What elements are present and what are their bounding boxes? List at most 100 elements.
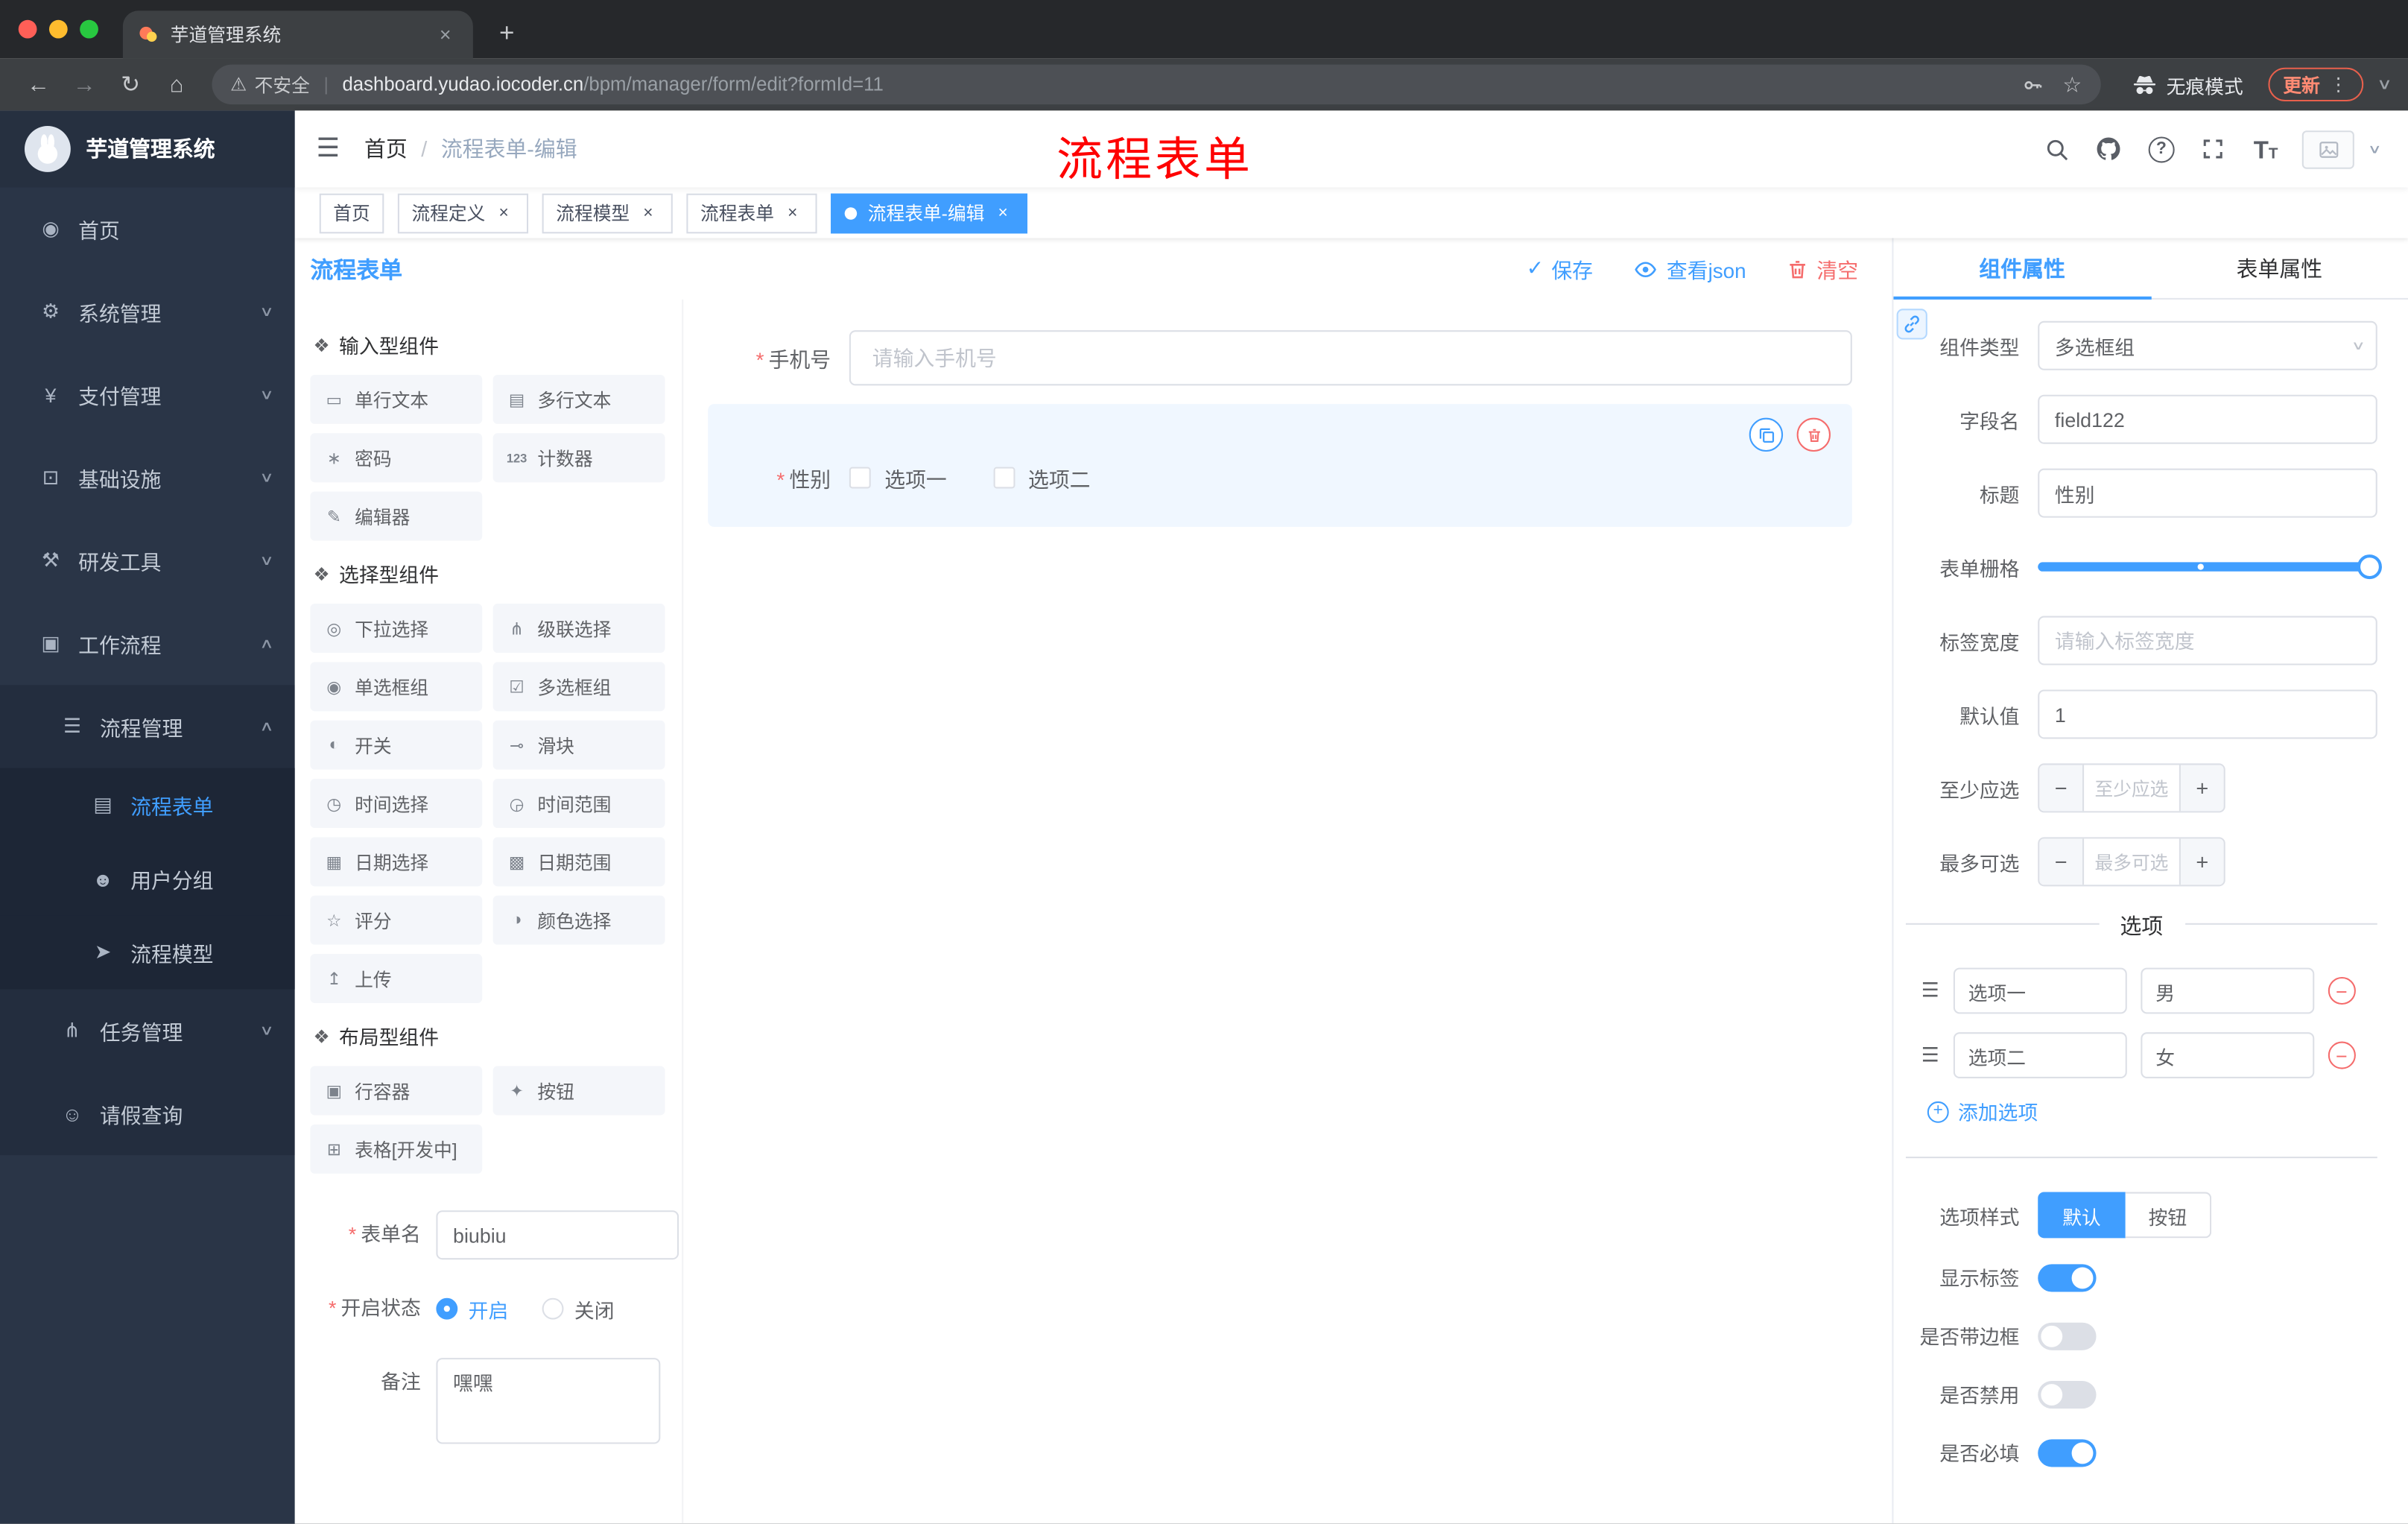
- tag-home[interactable]: 首页: [319, 192, 384, 233]
- security-status[interactable]: ⚠ 不安全: [230, 72, 310, 98]
- form-canvas[interactable]: 手机号: [683, 300, 1892, 1524]
- tab-form-props[interactable]: 表单属性: [2151, 238, 2408, 297]
- option-label-input[interactable]: [1953, 967, 2127, 1014]
- checkbox[interactable]: [849, 467, 871, 489]
- tag-close-icon[interactable]: ×: [782, 202, 803, 224]
- drag-handle-icon[interactable]: ☰: [1921, 978, 1939, 1003]
- grid-slider[interactable]: [2038, 543, 2382, 592]
- show-label-switch[interactable]: [2038, 1263, 2097, 1291]
- tag-process-model[interactable]: 流程模型 ×: [542, 192, 673, 233]
- toolbar-chevron-icon[interactable]: ∨: [2376, 76, 2392, 93]
- copy-widget-button[interactable]: [1749, 417, 1784, 452]
- help-icon[interactable]: ?: [2146, 133, 2176, 164]
- clear-button[interactable]: 清空: [1786, 253, 1858, 284]
- required-switch[interactable]: [2038, 1438, 2097, 1467]
- component-button[interactable]: ⋔ 级联选择: [492, 604, 665, 654]
- github-icon[interactable]: [2094, 133, 2124, 164]
- disabled-switch[interactable]: [2038, 1380, 2097, 1408]
- delete-widget-button[interactable]: [1796, 417, 1831, 452]
- drag-handle-icon[interactable]: ☰: [1921, 1043, 1939, 1068]
- component-button[interactable]: ⊸ 滑块: [492, 720, 665, 770]
- back-icon[interactable]: ←: [19, 65, 59, 105]
- component-button[interactable]: ✎ 编辑器: [310, 491, 483, 541]
- decrease-button[interactable]: −: [2039, 838, 2083, 885]
- sidebar-item-process-form[interactable]: ▤ 流程表单: [0, 768, 295, 842]
- add-option-button[interactable]: + 添加选项: [1927, 1097, 2377, 1126]
- component-button[interactable]: ▭ 单行文本: [310, 374, 483, 424]
- component-button[interactable]: ☑ 多选框组: [492, 662, 665, 712]
- default-value-input[interactable]: [2038, 689, 2377, 739]
- forward-icon[interactable]: →: [65, 65, 105, 105]
- style-button-button[interactable]: 按钮: [2125, 1192, 2212, 1239]
- status-on-radio[interactable]: 开启: [436, 1294, 508, 1324]
- component-button[interactable]: ◶ 时间范围: [492, 779, 665, 828]
- style-default-button[interactable]: 默认: [2038, 1192, 2126, 1239]
- component-button[interactable]: ☆ 评分: [310, 895, 483, 945]
- sidebar-item-workflow[interactable]: ▣ 工作流程 ∧: [0, 602, 295, 685]
- option-value-input[interactable]: [2140, 1032, 2314, 1078]
- reload-icon[interactable]: ↻: [110, 65, 150, 105]
- component-type-select[interactable]: 多选框组 ∨: [2038, 320, 2377, 370]
- sidebar-item-user-group[interactable]: ☻ 用户分组: [0, 841, 295, 916]
- sidebar-item-task-management[interactable]: ⋔ 任务管理 ∨: [0, 989, 295, 1072]
- sidebar-item-payment[interactable]: ¥ 支付管理 ∨: [0, 353, 295, 436]
- doc-link-button[interactable]: [1896, 309, 1927, 340]
- tag-close-icon[interactable]: ×: [638, 202, 659, 224]
- increase-button[interactable]: +: [2180, 838, 2224, 885]
- remove-option-button[interactable]: −: [2328, 1041, 2356, 1069]
- component-button[interactable]: ▦ 日期选择: [310, 837, 483, 887]
- tag-process-definition[interactable]: 流程定义 ×: [397, 192, 529, 233]
- minimize-window-button[interactable]: [48, 19, 68, 39]
- form-name-input[interactable]: [436, 1210, 679, 1260]
- component-button[interactable]: ▣ 行容器: [310, 1066, 483, 1116]
- component-button[interactable]: ◉ 单选框组: [310, 662, 483, 712]
- sidebar-logo[interactable]: 芋道管理系统: [0, 110, 295, 188]
- tag-close-icon[interactable]: ×: [493, 202, 515, 224]
- bookmark-star-icon[interactable]: ☆: [2062, 72, 2082, 98]
- browser-update-button[interactable]: 更新 ⋮: [2267, 67, 2363, 102]
- gender-widget-selected[interactable]: 性别 选项一 选项二: [708, 404, 1852, 527]
- option-value-input[interactable]: [2140, 967, 2314, 1014]
- component-button[interactable]: ∗ 密码: [310, 433, 483, 483]
- new-tab-button[interactable]: +: [485, 12, 528, 55]
- sidebar-item-system[interactable]: ⚙ 系统管理 ∨: [0, 271, 295, 353]
- border-switch[interactable]: [2038, 1321, 2097, 1350]
- home-icon[interactable]: ⌂: [156, 65, 197, 105]
- component-button[interactable]: ⊞ 表格[开发中]: [310, 1124, 483, 1174]
- component-button[interactable]: ✦ 按钮: [492, 1066, 665, 1116]
- browser-tab[interactable]: 芋道管理系统 ×: [122, 10, 473, 59]
- field-name-input[interactable]: [2038, 394, 2377, 444]
- address-bar[interactable]: ⚠ 不安全 | dashboard.yudao.iocoder.cn /bpm/…: [212, 64, 2101, 105]
- close-window-button[interactable]: [18, 19, 37, 39]
- component-button[interactable]: ▤ 多行文本: [492, 374, 665, 424]
- search-icon[interactable]: [2041, 133, 2072, 164]
- view-json-button[interactable]: 查看json: [1633, 253, 1746, 284]
- save-button[interactable]: ✓ 保存: [1527, 253, 1593, 284]
- stepper-value[interactable]: 最多可选: [2082, 838, 2181, 885]
- component-button[interactable]: 123 计数器: [492, 433, 665, 483]
- sidebar-item-infrastructure[interactable]: ⊡ 基础设施 ∨: [0, 436, 295, 519]
- user-avatar[interactable]: [2302, 130, 2355, 168]
- gender-option-2[interactable]: 选项二: [992, 462, 1090, 493]
- remove-option-button[interactable]: −: [2328, 976, 2356, 1005]
- slider-handle[interactable]: [2357, 554, 2382, 580]
- component-button[interactable]: ◷ 时间选择: [310, 779, 483, 828]
- component-button[interactable]: ◎ 下拉选择: [310, 604, 483, 654]
- checkbox[interactable]: [992, 467, 1015, 489]
- sidebar-item-process-management[interactable]: ☰ 流程管理 ∧: [0, 685, 295, 768]
- label-width-input[interactable]: [2038, 616, 2377, 665]
- sidebar-item-process-model[interactable]: ➤ 流程模型: [0, 915, 295, 990]
- gender-option-1[interactable]: 选项一: [849, 462, 947, 493]
- increase-button[interactable]: +: [2180, 765, 2224, 812]
- avatar-caret-icon[interactable]: ∨: [2369, 142, 2383, 156]
- tag-close-icon[interactable]: ×: [992, 202, 1014, 224]
- component-button[interactable]: ◐ 开关: [310, 720, 483, 770]
- sidebar-item-home[interactable]: ◉ 首页: [0, 187, 295, 270]
- password-key-icon[interactable]: [2021, 73, 2044, 96]
- fullscreen-icon[interactable]: [2198, 133, 2228, 164]
- component-button[interactable]: ◑ 颜色选择: [492, 895, 665, 945]
- browser-menu-icon[interactable]: ⋮: [2329, 74, 2348, 95]
- sidebar-item-devtools[interactable]: ⚒ 研发工具 ∨: [0, 519, 295, 602]
- title-input[interactable]: [2038, 468, 2377, 518]
- option-label-input[interactable]: [1953, 1032, 2127, 1078]
